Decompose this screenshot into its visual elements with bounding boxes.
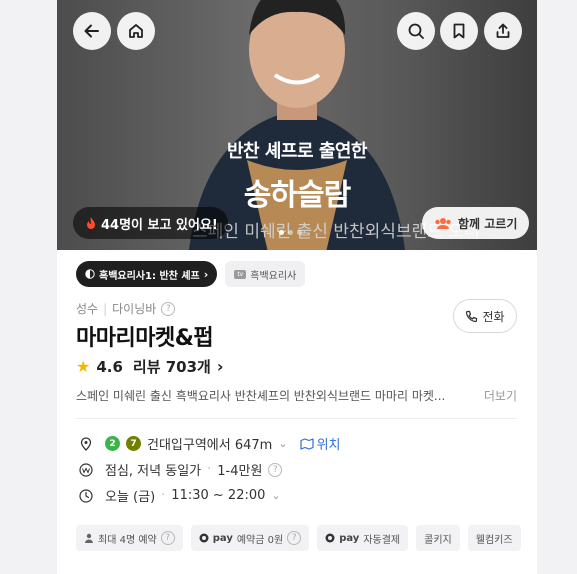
help-icon[interactable]: ? — [287, 531, 302, 545]
corkage-label: 콜키지 — [424, 534, 452, 546]
map-link-label: 위치 — [316, 438, 341, 453]
viewer-count-badge: 44명이 보고 있어요! — [73, 207, 228, 239]
half-circle-icon — [85, 269, 95, 279]
chevron-down-icon[interactable]: ⌄ — [271, 489, 280, 502]
today-text: 오늘 (금) — [105, 490, 156, 505]
restaurant-name: 마마리마켓&펍 — [76, 326, 214, 351]
max-reserve-label: 최대 4명 예약 — [98, 534, 157, 546]
category-line: 성수 | 다이닝바 ? — [76, 300, 176, 317]
carousel-dot[interactable] — [297, 230, 302, 235]
chevron-right-icon: › — [216, 357, 224, 376]
call-button[interactable]: 전화 — [453, 299, 517, 333]
category-label: 다이닝바 — [112, 302, 157, 316]
divider — [76, 418, 517, 419]
arrow-left-icon — [84, 24, 99, 38]
chevron-down-icon[interactable]: ⌄ — [278, 437, 287, 450]
separator: · — [161, 488, 166, 503]
review-count[interactable]: 리뷰 703개 — [133, 356, 211, 377]
separator: | — [103, 301, 108, 316]
restaurant-card: 반찬 셰프로 출연한 송하슬람 스페인 미쉐린 출신 반찬외식브랜드 오너 44… — [57, 0, 537, 574]
home-icon — [129, 24, 143, 38]
home-button[interactable] — [117, 12, 155, 50]
phone-icon — [466, 310, 478, 322]
search-button[interactable] — [397, 12, 435, 50]
program-tag-label: 흑백요리사1: 반찬 셰프 — [99, 270, 200, 282]
price-line: 점심, 저녁 동일가 · 1-4만원 ? — [79, 460, 283, 479]
tv-tag[interactable]: tv 흑백요리사 — [225, 261, 306, 287]
clock-icon — [79, 488, 93, 503]
area-label: 성수 — [76, 302, 99, 316]
group-icon — [435, 218, 451, 229]
rating-line[interactable]: ★ 4.6 리뷰 703개 › — [76, 356, 223, 377]
map-icon — [299, 437, 314, 450]
location-line: 2 7 건대입구역에서 647m ⌄ 위치 — [79, 434, 340, 453]
back-button[interactable] — [73, 12, 111, 50]
call-label: 전화 — [482, 309, 505, 324]
help-icon[interactable]: ? — [161, 301, 176, 316]
location-pin-icon — [79, 436, 93, 451]
flame-icon — [87, 217, 95, 229]
bookmark-icon — [453, 23, 465, 39]
bookmark-button[interactable] — [440, 12, 478, 50]
help-icon[interactable]: ? — [160, 531, 175, 545]
help-icon[interactable]: ? — [268, 462, 283, 477]
tv-icon: tv — [234, 269, 247, 279]
program-tag[interactable]: 흑백요리사1: 반찬 셰프 › — [76, 261, 218, 287]
hero-caption-subtitle: 반찬 셰프로 출연한 — [226, 141, 368, 162]
distance-text: 건대입구역에서 647m — [147, 438, 273, 453]
carousel-dot[interactable] — [288, 230, 293, 235]
person-icon — [85, 533, 93, 543]
subway-line-badge: 2 — [105, 436, 120, 451]
search-icon — [408, 23, 424, 39]
auto-pay-label: 자동결제 — [363, 534, 401, 546]
deposit-label: 예약금 0원 — [236, 534, 284, 546]
feature-chips: 최대 4명 예약 ? pay 예약금 0원 ? pay 자동결제 콜키지 웰컴키… — [76, 525, 521, 551]
welcome-kids-label: 웰컴키즈 — [475, 534, 513, 546]
description-text: 스페인 미쉐린 출신 흑백요리사 반찬셰프의 반찬외식브랜드 마마리 마켓... — [76, 389, 446, 403]
viewer-count-text: 44명이 보고 있어요! — [101, 217, 218, 233]
pay-logo-icon — [325, 533, 335, 543]
tv-tag-label: 흑백요리사 — [250, 270, 297, 282]
deposit-chip[interactable]: pay 예약금 0원 ? — [190, 525, 310, 551]
corkage-chip[interactable]: 콜키지 — [416, 525, 460, 551]
meal-text: 점심, 저녁 동일가 — [105, 464, 202, 479]
more-link[interactable]: 더보기 — [484, 387, 517, 404]
pay-label: pay — [339, 532, 360, 544]
share-icon — [496, 23, 510, 38]
price-text: 1-4만원 — [217, 464, 263, 479]
welcome-kids-chip[interactable]: 웰컴키즈 — [467, 525, 521, 551]
choose-together-button[interactable]: 함께 고르기 — [422, 207, 530, 239]
program-tags: 흑백요리사1: 반찬 셰프 › tv 흑백요리사 — [76, 261, 306, 287]
pay-label: pay — [212, 532, 233, 544]
won-icon — [79, 462, 93, 477]
chevron-right-icon: › — [203, 267, 209, 281]
carousel-indicator — [279, 230, 302, 235]
description-line: 스페인 미쉐린 출신 흑백요리사 반찬셰프의 반찬외식브랜드 마마리 마켓...… — [76, 387, 517, 404]
auto-pay-chip[interactable]: pay 자동결제 — [317, 525, 409, 551]
hours-line[interactable]: 오늘 (금) · 11:30 ~ 22:00 ⌄ — [79, 486, 281, 505]
max-reserve-chip[interactable]: 최대 4명 예약 ? — [76, 525, 183, 551]
separator: · — [207, 462, 212, 477]
choose-together-label: 함께 고르기 — [458, 216, 518, 231]
subway-line-badge: 7 — [126, 436, 141, 451]
map-link[interactable]: 위치 — [299, 434, 341, 453]
share-button[interactable] — [484, 12, 522, 50]
hours-text: 11:30 ~ 22:00 — [171, 488, 266, 503]
carousel-dot[interactable] — [279, 230, 284, 235]
hero-banner[interactable]: 반찬 셰프로 출연한 송하슬람 스페인 미쉐린 출신 반찬외식브랜드 오너 44… — [57, 0, 537, 250]
rating-value: 4.6 — [96, 357, 123, 376]
star-icon: ★ — [76, 357, 91, 376]
pay-logo-icon — [199, 533, 209, 543]
